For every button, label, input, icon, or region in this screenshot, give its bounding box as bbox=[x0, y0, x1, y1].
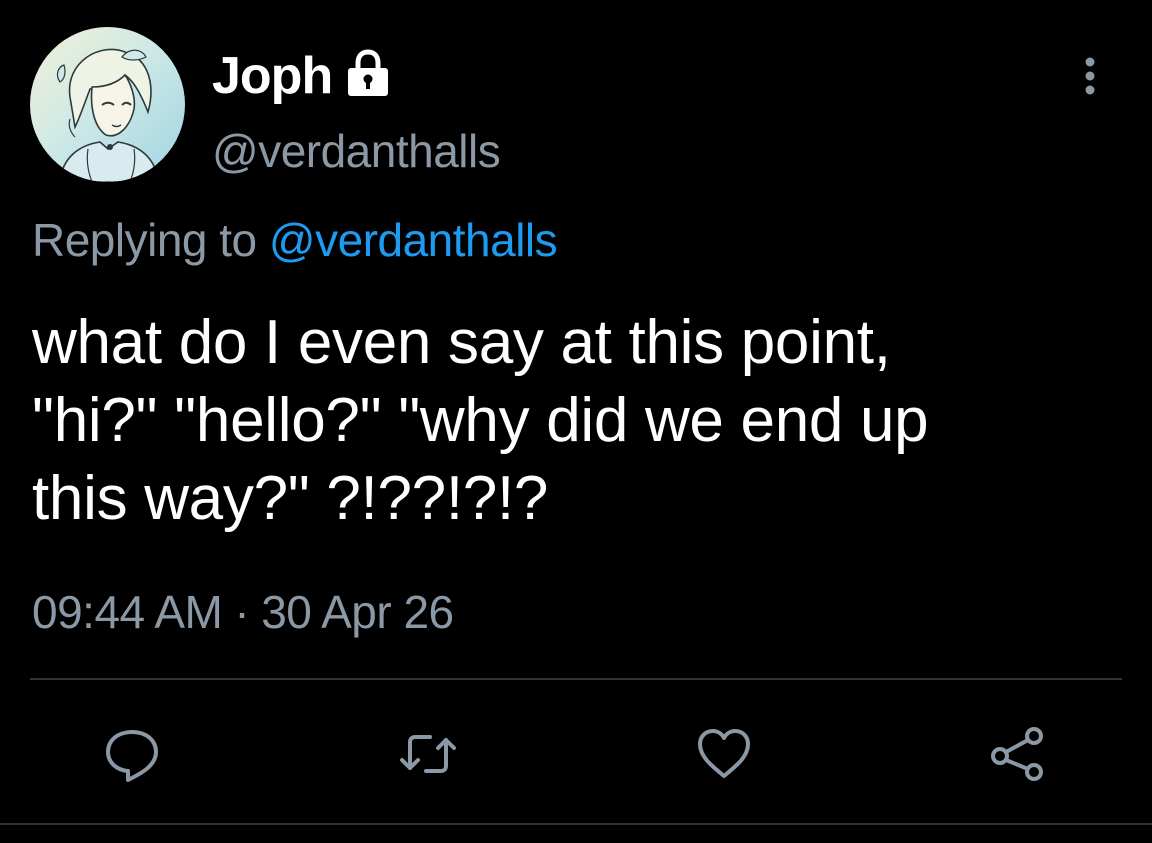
timestamp-separator: · bbox=[234, 586, 250, 638]
comment-icon bbox=[106, 730, 158, 782]
lock-icon bbox=[342, 48, 394, 100]
share-button[interactable] bbox=[986, 722, 1050, 786]
share-icon bbox=[991, 727, 1043, 781]
replying-to-label: Replying to bbox=[32, 214, 257, 266]
author-handle[interactable]: @verdanthalls bbox=[212, 124, 501, 178]
like-button[interactable] bbox=[692, 722, 756, 786]
divider bbox=[30, 678, 1122, 680]
replying-to: Replying to @verdanthalls bbox=[32, 213, 558, 267]
author-name-row: Joph bbox=[212, 44, 394, 108]
avatar[interactable] bbox=[30, 27, 185, 182]
tweet-text: what do I even say at this point, "hi?" … bbox=[32, 308, 929, 533]
tweet-timestamp[interactable]: 09:44 AM · 30 Apr 26 bbox=[32, 585, 454, 639]
tweet-date: 30 Apr 26 bbox=[261, 586, 454, 638]
bottom-divider bbox=[0, 823, 1152, 825]
heart-icon bbox=[698, 729, 750, 778]
tweet-time: 09:44 AM bbox=[32, 586, 223, 638]
retweet-icon bbox=[400, 735, 456, 773]
more-options-icon[interactable] bbox=[1066, 52, 1114, 100]
display-name[interactable]: Joph bbox=[212, 46, 333, 106]
reply-button[interactable] bbox=[100, 722, 164, 786]
retweet-button[interactable] bbox=[396, 722, 460, 786]
avatar-illustration bbox=[30, 27, 185, 182]
reply-mention-link[interactable]: @verdanthalls bbox=[269, 214, 558, 266]
